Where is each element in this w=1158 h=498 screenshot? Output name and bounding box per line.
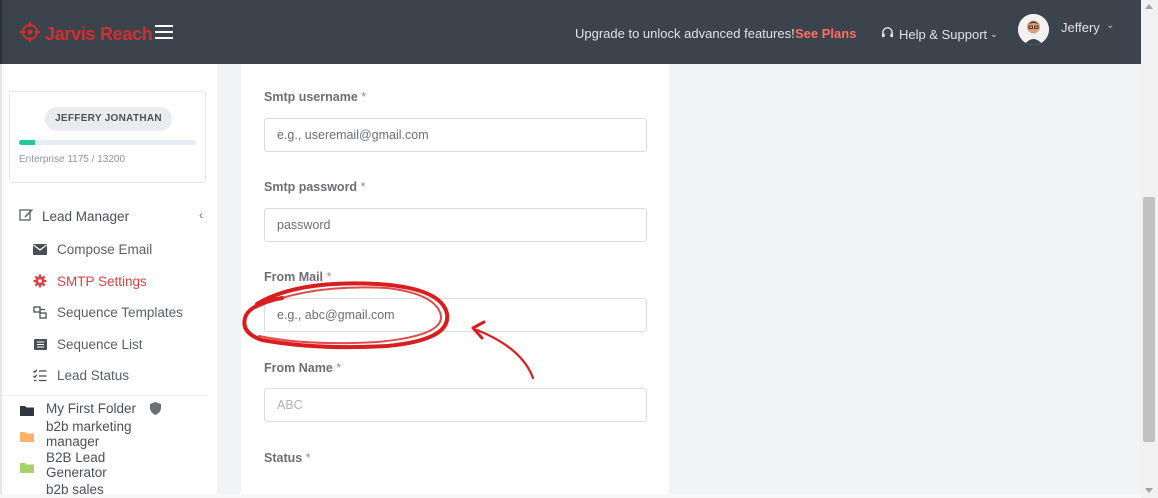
sidebar-item-label: Sequence Templates bbox=[57, 304, 183, 320]
help-support-dropdown[interactable]: Help & Support ⌄ bbox=[881, 26, 998, 42]
edit-icon bbox=[19, 207, 34, 225]
folder-label: My First Folder bbox=[46, 401, 137, 416]
scrollbar-thumb[interactable] bbox=[1143, 197, 1155, 442]
upgrade-text: Upgrade to unlock advanced features! bbox=[575, 26, 795, 41]
hamburger-menu-icon[interactable] bbox=[155, 25, 173, 39]
usage-progress-bar bbox=[19, 140, 196, 145]
sidebar-item-sequence-list[interactable]: Sequence List bbox=[33, 334, 143, 354]
top-navbar: Jarvis Reach Upgrade to unlock advanced … bbox=[0, 0, 1141, 64]
checklist-icon bbox=[33, 368, 47, 382]
user-name[interactable]: Jeffery bbox=[1061, 20, 1100, 35]
chevron-left-icon: ‹ bbox=[199, 208, 203, 222]
sidebar-item-label: Sequence List bbox=[57, 336, 143, 352]
chevron-down-icon[interactable]: ⌄ bbox=[1106, 20, 1114, 31]
envelope-icon bbox=[33, 242, 47, 256]
shield-icon bbox=[150, 402, 162, 418]
target-icon bbox=[20, 22, 40, 47]
gear-icon bbox=[33, 274, 47, 288]
sidebar-item-label: Compose Email bbox=[57, 241, 153, 257]
scroll-down-arrow-icon[interactable] bbox=[1145, 488, 1153, 493]
scroll-up-arrow-icon[interactable] bbox=[1145, 4, 1153, 9]
from-name-label: From Name * bbox=[264, 361, 342, 375]
from-mail-label: From Mail * bbox=[264, 270, 332, 284]
smtp-username-label: Smtp username * bbox=[264, 90, 367, 104]
folder-item[interactable]: B2B Lead Generator bbox=[20, 450, 146, 480]
folder-item[interactable]: My First Folder bbox=[20, 401, 162, 418]
see-plans-link[interactable]: See Plans bbox=[795, 26, 856, 41]
status-label: Status * bbox=[264, 451, 311, 465]
sequence-icon bbox=[33, 305, 47, 319]
brand-name: Jarvis Reach bbox=[45, 24, 153, 44]
list-icon bbox=[33, 337, 47, 351]
chevron-down-icon: ⌄ bbox=[990, 28, 998, 39]
account-card: JEFFERY JONATHAN Enterprise 1175 / 13200 bbox=[9, 91, 206, 183]
sidebar-item-smtp-settings[interactable]: SMTP Settings bbox=[33, 271, 147, 291]
smtp-username-input[interactable] bbox=[264, 118, 647, 152]
smtp-password-input[interactable] bbox=[264, 208, 647, 242]
smtp-password-label: Smtp password * bbox=[264, 180, 366, 194]
user-avatar[interactable] bbox=[1018, 14, 1049, 45]
brand-logo[interactable]: Jarvis Reach bbox=[20, 22, 153, 47]
plan-usage-text: Enterprise 1175 / 13200 bbox=[19, 154, 126, 165]
bottom-border bbox=[0, 494, 1141, 498]
sidebar-item-label: SMTP Settings bbox=[57, 273, 147, 289]
sidebar-item-lead-status[interactable]: Lead Status bbox=[33, 365, 129, 385]
folder-item[interactable]: b2b marketing manager bbox=[20, 419, 146, 449]
from-name-input[interactable] bbox=[264, 388, 647, 422]
folder-label: B2B Lead Generator bbox=[46, 450, 107, 480]
folder-icon bbox=[20, 404, 34, 416]
sidebar-item-label: Lead Status bbox=[57, 367, 130, 383]
usage-progress-fill bbox=[19, 140, 35, 145]
help-support-label: Help & Support bbox=[899, 26, 988, 42]
folder-label: b2b marketing manager bbox=[46, 419, 132, 449]
sidebar-item-compose-email[interactable]: Compose Email bbox=[33, 239, 152, 259]
from-mail-input[interactable] bbox=[264, 298, 647, 332]
lead-manager-menu[interactable]: Lead Manager ‹ bbox=[19, 206, 207, 226]
sidebar-item-sequence-templates[interactable]: Sequence Templates bbox=[33, 302, 183, 322]
headphones-icon bbox=[881, 26, 894, 42]
lead-manager-label: Lead Manager bbox=[42, 208, 130, 224]
account-name-badge: JEFFERY JONATHAN bbox=[45, 107, 172, 131]
folder-icon bbox=[20, 461, 34, 473]
folder-icon bbox=[20, 430, 34, 442]
